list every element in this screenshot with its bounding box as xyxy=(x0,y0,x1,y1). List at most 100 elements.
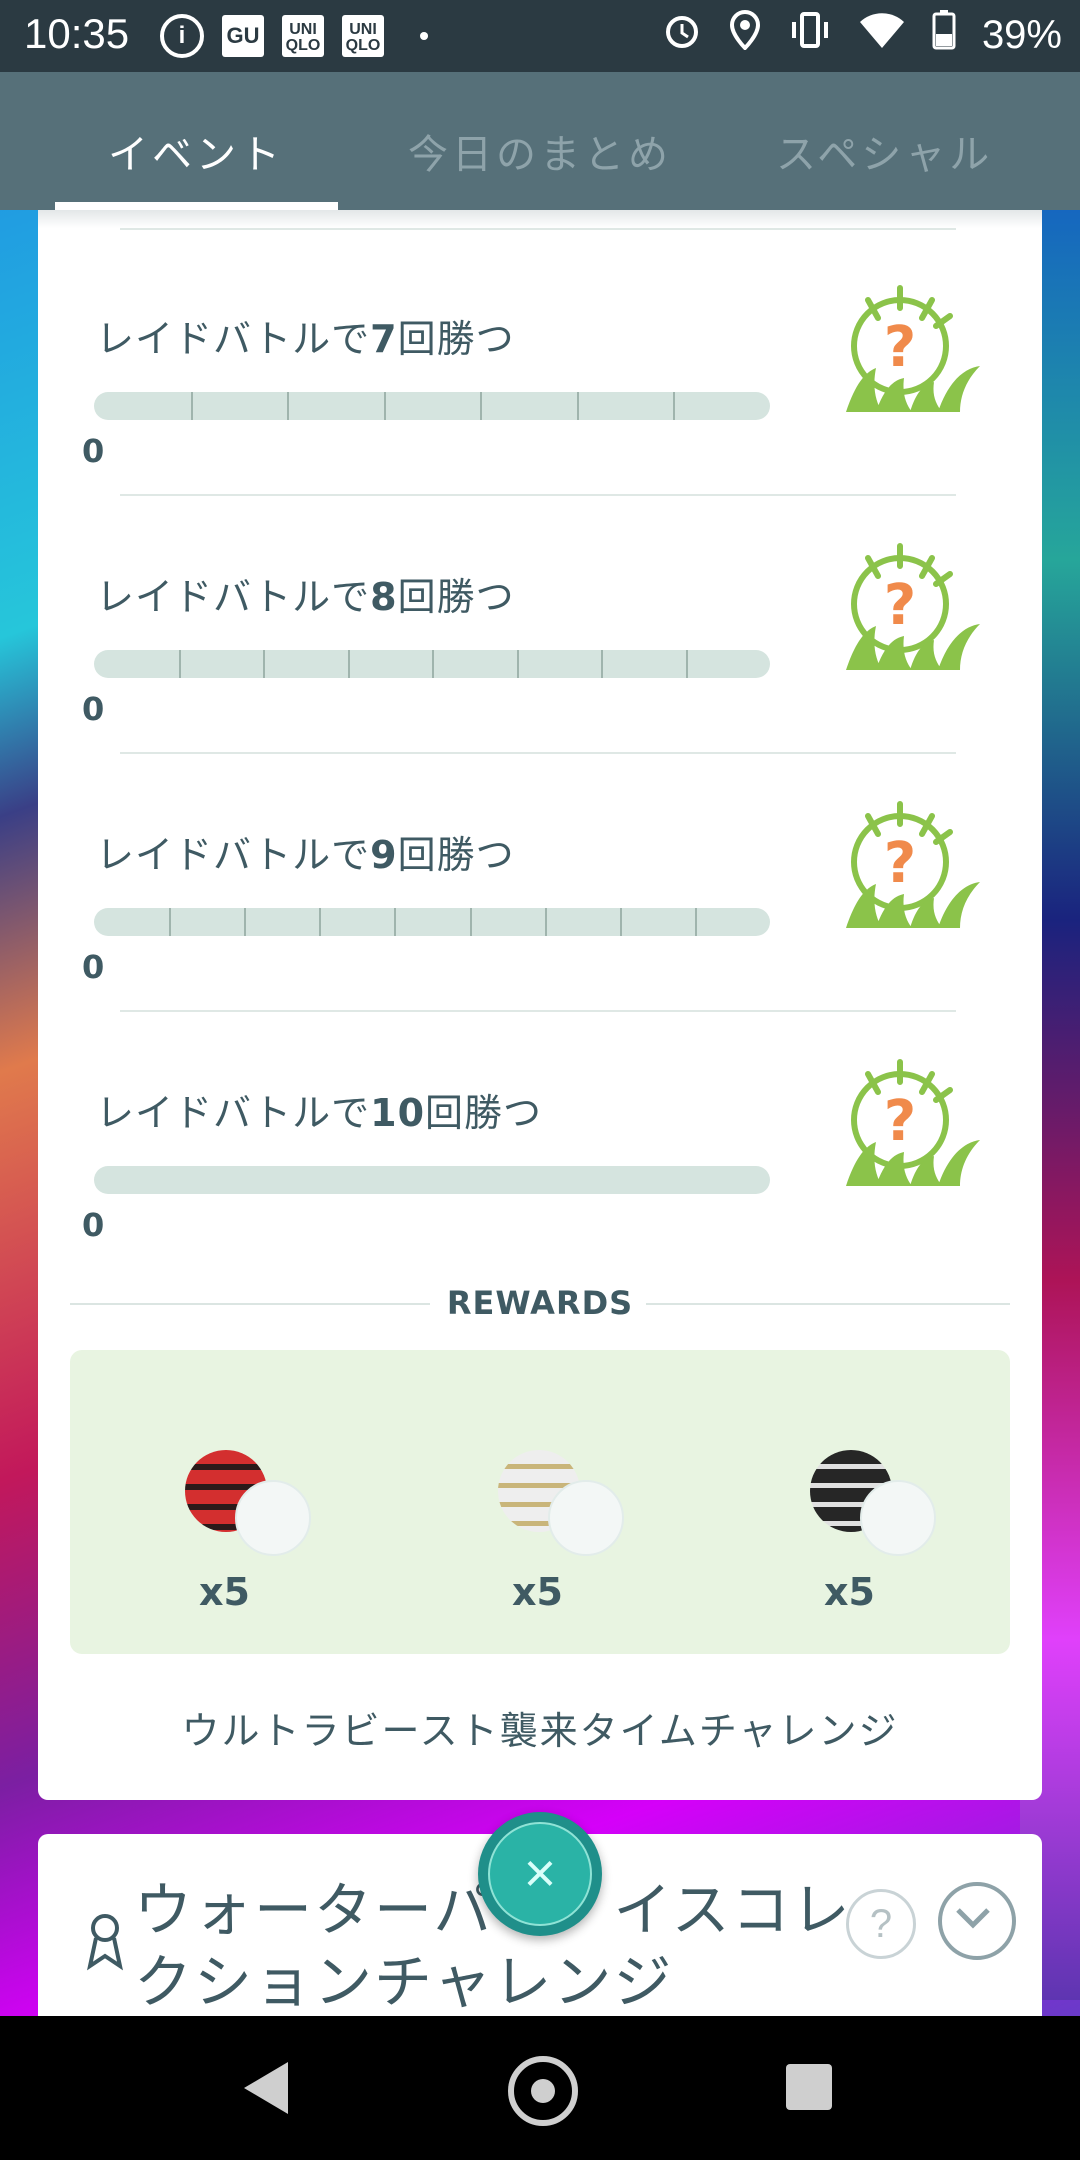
challenge-name: ウルトラビースト襲来タイムチャレンジ xyxy=(181,1709,899,1753)
chevron-down-icon xyxy=(956,1908,990,1929)
progress-tick xyxy=(178,650,181,678)
battery-icon xyxy=(932,10,956,60)
home-icon xyxy=(531,2079,555,2103)
tab-today-summary[interactable]: 今日のまとめ xyxy=(408,122,672,180)
progress-tick xyxy=(319,908,322,936)
task-count: 8 xyxy=(370,575,398,619)
battery-percent: 39% xyxy=(981,12,1062,57)
divider xyxy=(120,752,956,754)
mystery-encounter-grass-icon[interactable]: ? xyxy=(838,274,988,424)
card-top-edge xyxy=(38,210,1042,228)
mystery-encounter-grass-icon[interactable]: ? xyxy=(838,532,988,682)
task-title-prefix: レイドバトルで xyxy=(96,1091,371,1135)
challenge-card: レイドバトルで7回勝つ 0? レイドバトルで8回勝つ 0? レイドバトルで9回勝つ 0? レ… xyxy=(38,210,1042,1800)
ultra-beast-silhouette-icon xyxy=(860,1480,936,1556)
svg-text:?: ? xyxy=(884,573,916,638)
gu-app-icon: GU xyxy=(222,15,264,57)
task-title-suffix: 回勝つ xyxy=(397,317,515,361)
progress-tick xyxy=(244,908,247,936)
progress-tick xyxy=(469,908,472,936)
system-icons: 39% xyxy=(662,9,1062,60)
task-count: 9 xyxy=(370,833,398,877)
home-button[interactable] xyxy=(508,2056,578,2126)
progress-tick xyxy=(383,392,386,420)
svg-text:?: ? xyxy=(884,315,916,380)
progress-tick xyxy=(619,908,622,936)
task-progress-bar xyxy=(94,1166,770,1194)
reward-item[interactable]: x5 xyxy=(810,1450,970,1620)
progress-tick xyxy=(169,908,172,936)
expand-chevron-button[interactable] xyxy=(938,1882,1016,1960)
tab-bar: イベント 今日のまとめ スペシャル xyxy=(0,72,1080,210)
task-progress-bar xyxy=(94,650,770,678)
progress-tick xyxy=(516,650,519,678)
notification-icons: i GU UNI QLO UNI QLO • xyxy=(160,14,446,58)
task-progress-bar xyxy=(94,908,770,936)
progress-tick xyxy=(480,392,483,420)
recent-apps-button[interactable] xyxy=(786,2064,832,2110)
progress-tick xyxy=(673,392,676,420)
svg-text:?: ? xyxy=(884,1089,916,1154)
uniqlo-app-icon: UNI QLO xyxy=(282,15,324,57)
mystery-encounter-grass-icon[interactable]: ? xyxy=(838,790,988,940)
progress-tick xyxy=(190,392,193,420)
active-tab-indicator xyxy=(55,202,338,210)
status-time: 10:35 xyxy=(24,10,130,57)
reward-item[interactable]: x5 xyxy=(185,1450,345,1620)
help-button[interactable]: ? xyxy=(846,1889,916,1959)
reward-item[interactable]: x5 xyxy=(498,1450,658,1620)
task-title-prefix: レイドバトルで xyxy=(96,833,371,877)
task-progress-count: 0 xyxy=(82,948,105,986)
divider xyxy=(120,228,956,230)
ultra-beast-silhouette-icon xyxy=(235,1480,311,1556)
navigation-bar xyxy=(0,2016,1080,2160)
task-title-suffix: 回勝つ xyxy=(397,575,515,619)
task-title-suffix: 回勝つ xyxy=(397,833,515,877)
task-title-prefix: レイドバトルで xyxy=(96,317,371,361)
reward-count: x5 xyxy=(199,1570,250,1614)
task-title: レイドバトルで8回勝つ xyxy=(96,566,515,621)
uniqlo-app-icon: UNI QLO xyxy=(342,15,384,57)
task-title: レイドバトルで10回勝つ xyxy=(96,1082,542,1137)
dot-icon: • xyxy=(419,20,429,51)
location-icon xyxy=(728,9,762,60)
task-title-suffix: 回勝つ xyxy=(425,1091,543,1135)
svg-text:?: ? xyxy=(884,831,916,896)
progress-tick xyxy=(432,650,434,678)
close-icon: × xyxy=(488,1822,592,1926)
progress-tick xyxy=(347,650,350,678)
divider xyxy=(120,1010,956,1012)
alarm-icon xyxy=(662,10,702,60)
reward-count: x5 xyxy=(512,1570,563,1614)
ultra-beast-silhouette-icon xyxy=(548,1480,624,1556)
progress-tick xyxy=(694,908,697,936)
progress-tick xyxy=(394,908,397,936)
close-button[interactable]: × xyxy=(478,1812,602,1936)
progress-tick xyxy=(685,650,688,678)
task-count: 7 xyxy=(370,317,398,361)
tab-special[interactable]: スペシャル xyxy=(776,122,993,180)
rewards-box: x5 x5 x5 xyxy=(70,1350,1010,1654)
task-title: レイドバトルで9回勝つ xyxy=(96,824,515,879)
progress-tick xyxy=(287,392,290,420)
rewards-line-right xyxy=(646,1303,1010,1305)
task-progress-count: 0 xyxy=(82,1206,105,1244)
vibrate-icon xyxy=(788,10,832,60)
mystery-encounter-grass-icon[interactable]: ? xyxy=(838,1048,988,1198)
task-title-prefix: レイドバトルで xyxy=(96,575,371,619)
task-progress-bar xyxy=(94,392,770,420)
medal-icon xyxy=(87,1914,123,1971)
task-progress-count: 0 xyxy=(82,432,105,470)
progress-tick xyxy=(601,650,603,678)
info-icon: i xyxy=(160,14,204,58)
status-bar: 10:35 i GU UNI QLO UNI QLO • 39% xyxy=(0,0,1080,72)
progress-tick xyxy=(576,392,579,420)
task-title: レイドバトルで7回勝つ xyxy=(96,308,515,363)
reward-count: x5 xyxy=(824,1570,875,1614)
tab-event[interactable]: イベント xyxy=(108,122,284,180)
task-progress-count: 0 xyxy=(82,690,105,728)
divider xyxy=(120,494,956,496)
progress-tick xyxy=(544,908,547,936)
back-button[interactable] xyxy=(244,2062,288,2114)
task-count: 10 xyxy=(370,1091,426,1135)
